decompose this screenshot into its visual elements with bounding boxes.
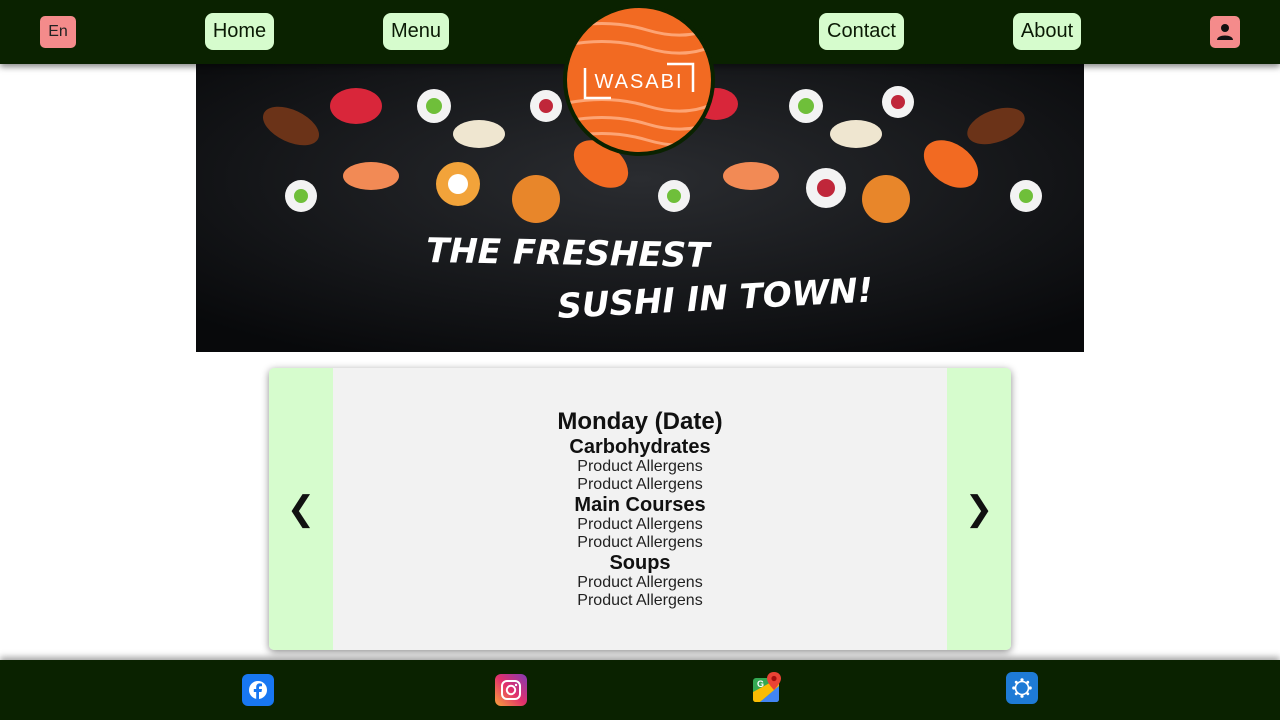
nav-contact-button[interactable]: Contact [819,13,904,50]
nav-home-button[interactable]: Home [205,13,274,50]
menu-item: Product Allergens [577,458,703,475]
menu-section-title: Soups [609,552,671,574]
nav-menu-label: Menu [390,20,442,42]
carousel-slide: Monday (Date) Carbohydrates Product Alle… [333,368,947,650]
facebook-icon [249,681,267,699]
language-label: En [48,23,68,40]
nav-about-button[interactable]: About [1013,13,1081,50]
google-maps-link[interactable]: G [752,672,784,704]
instagram-link[interactable] [495,674,527,706]
chevron-right-icon: ❯ [964,490,994,528]
nav-home-label: Home [212,20,267,42]
nav-about-label: About [1020,20,1074,42]
hero-tagline-line1: THE FRESHEST [426,231,713,276]
web-link[interactable] [1006,672,1038,704]
instagram-icon [501,680,521,700]
user-account-button[interactable] [1210,16,1240,48]
wasabi-logo[interactable]: WASABI [563,4,715,156]
web-icon [1012,678,1032,698]
menu-item: Product Allergens [577,476,703,493]
day-title: Monday (Date) [557,408,723,435]
menu-item: Product Allergens [577,516,703,533]
carousel-next-button[interactable]: ❯ [947,368,1011,650]
svg-text:G: G [757,679,764,689]
language-button[interactable]: En [40,16,76,48]
user-icon [1217,24,1233,40]
footer-bar: G [0,660,1280,720]
menu-section-title: Carbohydrates [569,436,711,458]
chevron-left-icon: ❮ [286,490,316,528]
daily-menu-carousel: ❮ Monday (Date) Carbohydrates Product Al… [269,368,1011,650]
carousel-prev-button[interactable]: ❮ [269,368,333,650]
google-maps-icon: G [753,672,781,702]
menu-section-title: Main Courses [574,494,706,516]
menu-item: Product Allergens [577,534,703,551]
nav-contact-label: Contact [827,20,896,42]
facebook-link[interactable] [242,674,274,706]
menu-item: Product Allergens [577,592,703,609]
logo-text: WASABI [594,71,683,93]
nav-menu-button[interactable]: Menu [383,13,449,50]
menu-item: Product Allergens [577,574,703,591]
